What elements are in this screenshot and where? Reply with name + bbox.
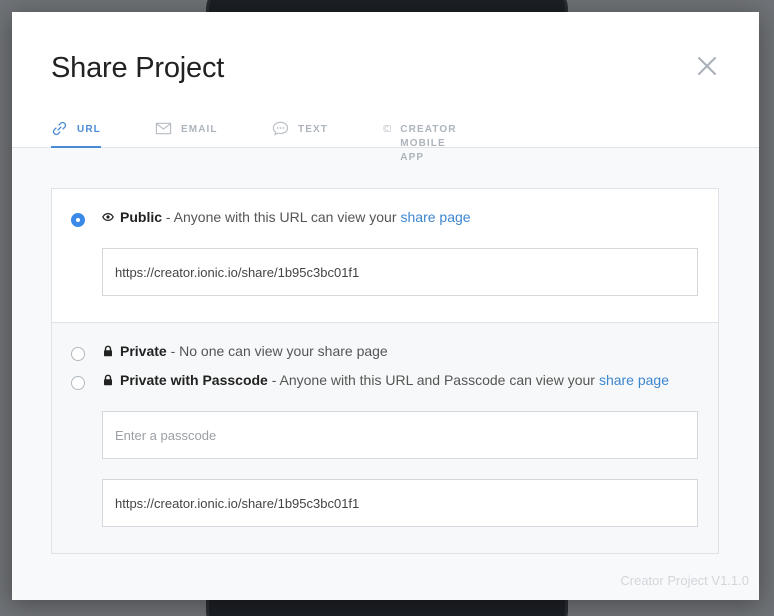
tab-url-label: URL (77, 124, 101, 135)
public-url-field[interactable] (102, 248, 698, 296)
public-radio[interactable] (71, 213, 85, 227)
phone-icon (383, 124, 391, 133)
close-icon (698, 57, 716, 75)
tab-creator-mobile-app-label: CREATOR MOBILE APP (400, 124, 457, 163)
link-icon (52, 121, 67, 136)
passcode-input[interactable] (102, 411, 698, 459)
passcode-title: Private with Passcode (120, 372, 268, 388)
close-button[interactable] (695, 54, 719, 78)
passcode-share-page-link[interactable]: share page (599, 372, 669, 388)
public-section: Public - Anyone with this URL can view y… (52, 189, 718, 323)
passcode-description: - Anyone with this URL and Passcode can … (267, 372, 595, 388)
public-description: - Anyone with this URL can view your (162, 209, 397, 225)
private-section: Private - No one can view your share pag… (52, 323, 718, 553)
tab-creator-mobile-app[interactable]: CREATOR MOBILE APP (383, 120, 465, 163)
public-share-page-link[interactable]: share page (401, 209, 471, 225)
modal-header: Share Project URL EMAIL TEXT CREATOR MOB… (12, 12, 759, 163)
private-title: Private (120, 343, 167, 359)
lock-icon (104, 345, 112, 357)
public-option: Public - Anyone with this URL can view y… (102, 209, 471, 225)
lock-icon (104, 374, 112, 386)
tab-email-label: EMAIL (181, 124, 218, 135)
private-radio[interactable] (71, 347, 85, 361)
tab-email[interactable]: EMAIL (155, 120, 218, 148)
modal-title: Share Project (51, 52, 225, 84)
tab-text[interactable]: TEXT (272, 120, 328, 148)
private-option: Private - No one can view your share pag… (102, 343, 388, 359)
tab-text-label: TEXT (298, 124, 328, 135)
passcode-radio[interactable] (71, 376, 85, 390)
envelope-icon (155, 122, 172, 135)
share-options-panel: Public - Anyone with this URL can view y… (51, 188, 719, 554)
chat-bubble-icon (272, 121, 289, 136)
share-project-modal: Share Project URL EMAIL TEXT CREATOR MOB… (12, 12, 759, 600)
tab-url[interactable]: URL (51, 120, 101, 148)
public-title: Public (120, 209, 163, 225)
passcode-url-field[interactable] (102, 479, 698, 527)
eye-icon (102, 212, 114, 222)
passcode-option: Private with Passcode - Anyone with this… (102, 372, 669, 388)
private-description: - No one can view your share page (166, 343, 388, 359)
version-label: Creator Project V1.1.0 (620, 573, 749, 588)
